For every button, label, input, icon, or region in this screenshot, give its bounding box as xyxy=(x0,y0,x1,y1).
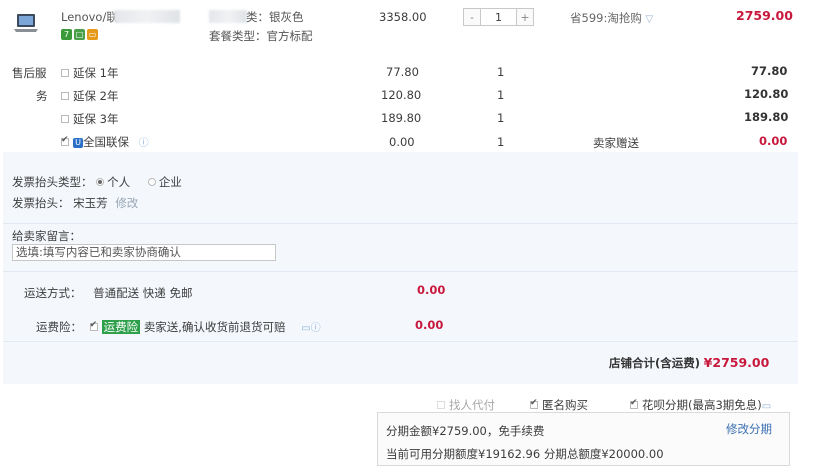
service-item[interactable]: 延保 1年 xyxy=(61,65,118,81)
panel-divider xyxy=(3,341,798,342)
insurance-checkbox[interactable] xyxy=(89,320,98,331)
message-label: 给卖家留言： xyxy=(12,229,81,243)
shipping-method[interactable]: 普通配送 快递 免邮 xyxy=(93,286,192,300)
proxy-pay-checkbox[interactable] xyxy=(437,400,445,409)
radio-personal[interactable] xyxy=(96,177,105,186)
invoice-title-row: 发票抬头： 宋玉芳 修改 xyxy=(12,196,139,210)
insurance-row: 运费险： 运费险 卖家送,确认收货前退货可赔 ▭ⓘ xyxy=(36,319,321,335)
insurance-tag: 运费险 xyxy=(101,320,141,334)
quantity-input[interactable]: 1 xyxy=(480,9,517,25)
installment-option[interactable]: 花呗分期(最高3期免息)▭ xyxy=(630,397,771,413)
shipping-fee: 0.00 xyxy=(417,283,446,297)
invoice-personal-option[interactable]: 个人 xyxy=(96,175,130,189)
after-sales-label-2: 务 xyxy=(36,89,48,103)
store-total-value: ¥2759.00 xyxy=(703,355,770,370)
invoice-title-value: 宋玉芳 xyxy=(73,196,108,210)
product-name[interactable]: Lenovo/联 xyxy=(61,9,118,25)
guarantee-icon: □ xyxy=(74,29,85,40)
installment-info-box: 分期金额¥2759.00，免手续费 当前可用分期额度¥19162.96 分期总额… xyxy=(377,412,790,466)
card-icon: ▭ xyxy=(87,29,98,40)
anonymous-checkbox[interactable] xyxy=(530,398,538,409)
service-checkbox[interactable] xyxy=(61,114,69,123)
laptop-thumbnail-icon[interactable] xyxy=(13,12,39,34)
service-checkbox[interactable] xyxy=(61,91,69,100)
product-badges: 7 □ ▭ xyxy=(61,27,100,41)
increase-button[interactable]: + xyxy=(517,9,533,25)
proxy-pay-option[interactable]: 找人代付 xyxy=(437,397,495,413)
service-qty: 1 xyxy=(497,88,505,102)
insurance-fee: 0.00 xyxy=(415,318,444,332)
service-note: 卖家赠送 xyxy=(593,136,639,150)
service-item[interactable]: 延保 2年 xyxy=(61,88,118,104)
service-item[interactable]: 延保 3年 xyxy=(61,111,118,127)
quantity-stepper[interactable]: - 1 + xyxy=(463,8,534,26)
set-attribute: 套餐类型：官方标配 xyxy=(209,29,313,43)
installment-info-icon[interactable]: ▭ xyxy=(762,401,771,412)
product-subtotal: 2759.00 xyxy=(736,8,793,23)
modify-installment-link[interactable]: 修改分期 xyxy=(726,421,772,437)
store-total-label: 店铺合计(含运费) xyxy=(609,356,701,370)
service-total: 0.00 xyxy=(759,134,788,148)
service-total: 77.80 xyxy=(751,64,788,78)
blurred-product-name xyxy=(114,10,180,23)
seller-message-input[interactable]: 选填:填写内容已和卖家协商确认 xyxy=(12,244,276,261)
service-qty: 1 xyxy=(497,65,505,79)
service-checkbox-checked[interactable] xyxy=(61,135,69,146)
insurance-text: 卖家送,确认收货前退货可赔 xyxy=(143,320,286,334)
installment-limit: 当前可用分期额度¥19162.96 分期总额度¥20000.00 xyxy=(386,447,664,461)
service-price: 120.80 xyxy=(381,88,422,102)
invoice-type-row: 发票抬头类型： 个人 企业 xyxy=(12,175,182,189)
blurred-attribute xyxy=(209,10,247,23)
invoice-edit-link[interactable]: 修改 xyxy=(115,196,138,210)
color-attribute: 类：银灰色 xyxy=(246,10,304,24)
help-icon[interactable]: ⓘ xyxy=(139,138,149,149)
anonymous-option[interactable]: 匿名购买 xyxy=(530,397,588,413)
service-price: 0.00 xyxy=(389,135,415,149)
service-checkbox[interactable] xyxy=(61,68,69,77)
installment-amount: 分期金额¥2759.00，免手续费 xyxy=(386,424,545,438)
unit-price: 3358.00 xyxy=(379,10,427,24)
service-total: 120.80 xyxy=(744,87,789,101)
discount-info-icon[interactable]: ▽ xyxy=(645,14,653,25)
discount-label: 省599:淘抢购 ▽ xyxy=(570,11,654,25)
service-item[interactable]: U全国联保 ⓘ xyxy=(61,134,149,150)
insurance-help-icon[interactable]: ▭ⓘ xyxy=(301,323,320,334)
service-qty: 1 xyxy=(497,111,505,125)
service-price: 189.80 xyxy=(381,111,422,125)
panel-divider xyxy=(3,223,798,224)
service-total: 189.80 xyxy=(744,110,789,124)
decrease-button[interactable]: - xyxy=(464,9,480,25)
shipping-row: 运送方式： 普通配送 快递 免邮 xyxy=(24,286,193,300)
service-price: 77.80 xyxy=(386,65,419,79)
invoice-company-option[interactable]: 企业 xyxy=(147,175,182,189)
after-sales-label-1: 售后服 xyxy=(12,66,47,80)
warranty-icon: U xyxy=(73,137,83,148)
store-total-row: 店铺合计(含运费) ¥2759.00 xyxy=(609,355,769,371)
service-qty: 1 xyxy=(497,135,505,149)
installment-checkbox[interactable] xyxy=(630,398,638,409)
panel-divider xyxy=(3,271,798,272)
seven-day-return-icon: 7 xyxy=(61,29,72,40)
radio-company[interactable] xyxy=(147,177,156,186)
